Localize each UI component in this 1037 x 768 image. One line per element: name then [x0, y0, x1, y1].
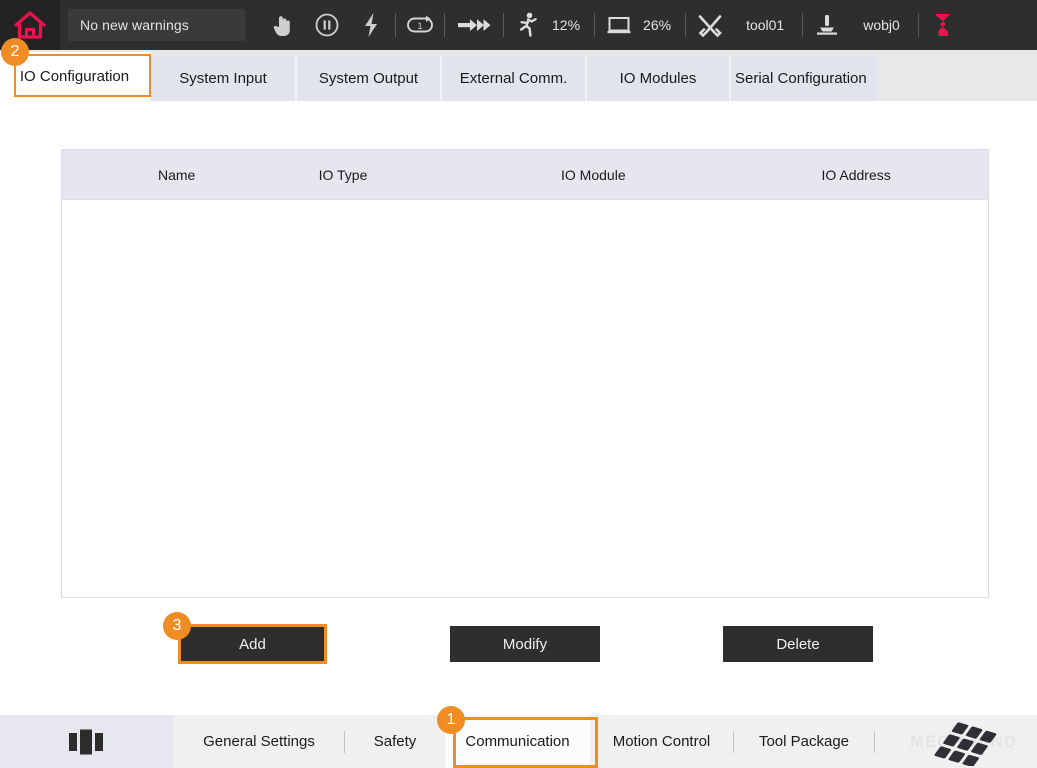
nav-safety[interactable]: Safety: [345, 715, 445, 768]
toolbar-divider: [802, 13, 803, 37]
power-button[interactable]: [349, 0, 393, 50]
workobject-icon-wrap: [805, 0, 849, 50]
monitor-icon: [606, 14, 632, 36]
manual-mode-button[interactable]: [261, 0, 305, 50]
tools-icon: [697, 13, 723, 37]
step-badge-1: 1: [437, 706, 465, 734]
tool-selector[interactable]: tool01: [688, 0, 800, 50]
hand-icon: [272, 13, 294, 37]
tab-label: System Output: [319, 70, 418, 87]
bottom-navigation-bar: General Settings Safety Communication Mo…: [0, 715, 1037, 768]
add-button[interactable]: Add: [180, 626, 325, 662]
tab-label: Serial Configuration: [735, 70, 867, 87]
workobject-selector[interactable]: wobj0: [805, 0, 916, 50]
nav-label: Communication: [465, 733, 569, 750]
workobject-icon: [814, 12, 840, 38]
robot-arm-icon: [932, 11, 954, 39]
top-status-bar: No new warnings: [0, 0, 1037, 50]
action-button-row: Add Modify Delete: [0, 626, 1037, 670]
program-speed-indicator[interactable]: 26%: [597, 0, 683, 50]
step-badge-2: 2: [1, 38, 29, 66]
apps-panel-button[interactable]: [0, 715, 174, 768]
tab-io-modules[interactable]: IO Modules: [587, 56, 731, 101]
warning-message-box[interactable]: No new warnings: [68, 9, 245, 41]
tool-value: tool01: [732, 17, 800, 33]
tab-label: External Comm.: [460, 70, 568, 87]
brand-logo-cell[interactable]: MECH MIND: [890, 715, 1037, 768]
home-icon: [13, 9, 47, 41]
top-bar-controls: 1: [245, 0, 965, 50]
pause-circle-icon: [314, 12, 340, 38]
toolbar-divider: [444, 13, 445, 37]
toolbar-divider: [594, 13, 595, 37]
app-panels-icon: [65, 727, 109, 757]
main-content: Name IO Type IO Module IO Address Add Mo…: [0, 101, 1037, 701]
robot-status-button[interactable]: [921, 0, 965, 50]
tab-bar: IO Configuration System Input System Out…: [0, 50, 1037, 101]
tab-system-output[interactable]: System Output: [297, 56, 442, 101]
toolbar-divider: [685, 13, 686, 37]
tab-label: IO Configuration: [20, 68, 129, 85]
jog-speed-indicator[interactable]: 12%: [506, 0, 592, 50]
table-body-empty[interactable]: [62, 200, 988, 597]
jog-speed-value: 12%: [550, 17, 592, 33]
running-person-icon: [517, 12, 539, 38]
toolbar-divider: [395, 13, 396, 37]
nav-label: General Settings: [203, 733, 315, 750]
tools-icon-wrap: [688, 0, 732, 50]
tab-label: IO Modules: [620, 70, 697, 87]
tab-system-input[interactable]: System Input: [151, 56, 297, 101]
toolbar-divider: [918, 13, 919, 37]
io-configuration-table: Name IO Type IO Module IO Address: [61, 149, 989, 598]
step-badge-3: 3: [163, 612, 191, 640]
tab-label: System Input: [179, 70, 267, 87]
nav-label: Tool Package: [759, 733, 849, 750]
cycle-mode-button[interactable]: 1: [398, 0, 442, 50]
nav-communication[interactable]: Communication: [445, 715, 590, 768]
delete-button[interactable]: Delete: [723, 626, 873, 662]
single-cycle-icon: 1: [405, 14, 435, 36]
nav-label: Safety: [374, 733, 417, 750]
speed-mode-button[interactable]: [447, 0, 501, 50]
table-header-row: Name IO Type IO Module IO Address: [62, 150, 988, 200]
program-speed-value: 26%: [641, 17, 683, 33]
nav-label: Motion Control: [613, 733, 711, 750]
nav-divider: [874, 731, 875, 753]
grid-3x3-icon: [928, 718, 1000, 766]
monitor-icon-wrap: [597, 0, 641, 50]
running-person-icon-wrap: [506, 0, 550, 50]
toolbar-divider: [503, 13, 504, 37]
modify-button[interactable]: Modify: [450, 626, 600, 662]
column-header-io-module: IO Module: [524, 167, 753, 183]
column-header-io-type: IO Type: [294, 167, 524, 183]
workobject-value: wobj0: [849, 17, 916, 33]
svg-text:1: 1: [417, 21, 422, 31]
column-header-name: Name: [62, 167, 294, 183]
fast-forward-icon: [456, 15, 492, 35]
warning-message-text: No new warnings: [80, 17, 189, 33]
lightning-bolt-icon: [361, 12, 381, 38]
bottom-nav-items: General Settings Safety Communication Mo…: [174, 715, 890, 768]
tab-bar-filler: [877, 56, 1037, 101]
pause-button[interactable]: [305, 0, 349, 50]
tab-serial-configuration[interactable]: Serial Configuration: [731, 56, 877, 101]
nav-motion-control[interactable]: Motion Control: [590, 715, 733, 768]
nav-general-settings[interactable]: General Settings: [174, 715, 344, 768]
tab-external-comm[interactable]: External Comm.: [442, 56, 587, 101]
application-window: No new warnings: [0, 0, 1037, 768]
column-header-io-address: IO Address: [753, 167, 988, 183]
nav-tool-package[interactable]: Tool Package: [734, 715, 874, 768]
